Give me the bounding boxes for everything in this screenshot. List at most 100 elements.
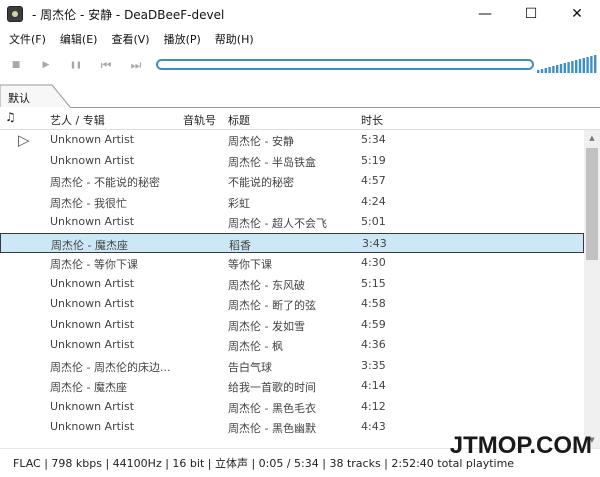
watermark: JTMOP.COM [449,432,592,459]
artist-album-cell: 周杰伦 - 我很忙 [50,196,127,210]
artist-album-cell: Unknown Artist [50,133,135,146]
title-cell: 周杰伦 - 安静 [228,135,294,148]
table-row[interactable]: 周杰伦 - 我很忙 彩虹 4:24 [0,192,584,213]
volume-step [578,59,582,73]
minimize-button[interactable]: — [462,0,508,28]
track-rows: ▷ Unknown Artist 周杰伦 - 安静 5:34 Unknown Artis… [0,130,584,438]
artist-album-cell: 周杰伦 - 等你下课 [50,258,138,271]
col-artist-album[interactable]: 艺人 / 专辑 [50,112,105,128]
playlist-scrollbar[interactable]: ▲ ▼ [584,130,600,448]
artist-album-cell: Unknown Artist [50,297,135,310]
playing-indicator-icon: ▷ [18,131,30,149]
menu-playback[interactable]: 播放(P) [159,31,206,47]
volume-bar[interactable] [536,55,598,73]
menu-help[interactable]: 帮助(H) [210,31,259,47]
duration-cell: 4:30 [361,256,386,269]
tab-default[interactable]: 默认 [0,85,70,108]
duration-cell: 4:59 [361,317,386,331]
volume-step [552,66,555,73]
artist-album-cell: 周杰伦 - 不能说的秘密 [50,176,160,189]
deadbeef-app-icon [7,6,23,22]
table-row[interactable]: Unknown Artist 周杰伦 - 半岛铁盒 5:19 [0,151,584,172]
title-cell: 周杰伦 - 枫 [228,340,283,353]
table-row[interactable]: Unknown Artist 周杰伦 - 超人不会飞 5:01 [0,212,584,233]
title-cell: 不能说的秘密 [228,176,294,189]
duration-cell: 4:43 [361,420,386,433]
title-cell: 周杰伦 - 东风破 [228,278,305,292]
artist-album-cell: 周杰伦 - 魔杰座 [50,381,127,394]
duration-cell: 4:57 [361,174,386,187]
volume-step [563,63,566,73]
table-row[interactable]: Unknown Artist 周杰伦 - 断了的弦 4:58 [0,294,584,315]
col-duration[interactable]: 时长 [361,112,383,128]
artist-album-cell: Unknown Artist [50,276,135,290]
artist-album-cell: Unknown Artist [50,317,135,331]
duration-cell: 5:01 [361,215,386,228]
title-cell: 等你下课 [228,258,272,271]
previous-icon[interactable]: ⏮ [98,58,114,72]
table-row[interactable]: 周杰伦 - 不能说的秘密 不能说的秘密 4:57 [0,171,584,192]
artist-album-cell: Unknown Artist [50,215,135,228]
play-icon[interactable]: ▶ [38,58,54,72]
column-header: ♫ 艺人 / 专辑 音轨号 标题 时长 [0,108,600,130]
volume-step [590,56,593,73]
title-cell: 周杰伦 - 黑色毛衣 [228,401,316,415]
duration-cell: 4:24 [361,194,386,208]
artist-album-cell: Unknown Artist [50,338,135,351]
next-icon[interactable]: ⏭ [128,58,144,72]
pause-icon[interactable]: ❚❚ [68,58,84,72]
volume-step [594,55,597,73]
menu-file[interactable]: 文件(F) [4,31,51,47]
col-title[interactable]: 标题 [228,112,250,128]
table-row[interactable]: 周杰伦 - 魔杰座 稻香 3:43 [0,232,584,253]
playlist-tabs: 默认 [0,84,600,108]
volume-step [567,62,570,73]
window-title: - 周杰伦 - 安静 - DeaDBeeF-devel [32,7,225,22]
volume-step [571,61,574,73]
volume-step [556,65,559,73]
duration-cell: 3:43 [362,236,387,250]
menu-bar: 文件(F) 编辑(E) 查看(V) 播放(P) 帮助(H) [0,28,600,50]
title-cell: 周杰伦 - 黑色幽默 [228,422,316,435]
table-row[interactable]: 周杰伦 - 魔杰座 给我一首歌的时间 4:14 [0,376,584,397]
scroll-thumb[interactable] [586,148,598,260]
stop-icon[interactable]: ■ [8,58,24,72]
duration-cell: 4:36 [361,338,386,351]
title-cell: 周杰伦 - 超人不会飞 [228,217,327,230]
duration-cell: 3:35 [361,358,386,372]
duration-cell: 5:15 [361,276,386,290]
volume-step [544,68,547,73]
table-row[interactable]: 周杰伦 - 等你下课 等你下课 4:30 [0,253,584,274]
artist-album-cell: Unknown Artist [50,153,135,167]
duration-cell: 4:58 [361,297,386,310]
table-row[interactable]: Unknown Artist 周杰伦 - 东风破 5:15 [0,274,584,295]
table-row[interactable]: ▷ Unknown Artist 周杰伦 - 安静 5:34 [0,130,584,151]
maximize-button[interactable]: ☐ [508,0,554,28]
title-cell: 彩虹 [228,196,250,210]
artist-album-cell: Unknown Artist [50,399,135,413]
volume-step [586,57,589,73]
artist-album-cell: 周杰伦 - 周杰伦的床边... [50,360,171,374]
menu-edit[interactable]: 编辑(E) [55,31,103,47]
table-row[interactable]: Unknown Artist 周杰伦 - 枫 4:36 [0,335,584,356]
artist-album-cell: Unknown Artist [50,420,135,433]
col-track-number[interactable]: 音轨号 [183,112,216,128]
table-row[interactable]: Unknown Artist 周杰伦 - 发如雪 4:59 [0,315,584,336]
title-bar: - 周杰伦 - 安静 - DeaDBeeF-devel — ☐ ✕ [0,0,600,28]
table-row[interactable]: 周杰伦 - 周杰伦的床边... 告白气球 3:35 [0,356,584,377]
artist-album-cell: 周杰伦 - 魔杰座 [51,238,128,252]
window-controls: — ☐ ✕ [462,0,600,28]
volume-step [537,70,540,73]
title-cell: 周杰伦 - 断了的弦 [228,299,316,312]
col-playing[interactable]: ♫ [5,110,16,124]
seek-bar[interactable] [156,59,534,70]
duration-cell: 5:34 [361,133,386,146]
title-cell: 周杰伦 - 半岛铁盒 [228,155,316,169]
table-row[interactable]: Unknown Artist 周杰伦 - 黑色毛衣 4:12 [0,397,584,418]
menu-view[interactable]: 查看(V) [106,31,154,47]
volume-step [559,64,563,73]
close-button[interactable]: ✕ [554,0,600,28]
scroll-up-icon[interactable]: ▲ [584,130,600,146]
volume-step [582,58,585,73]
tab-strip-frame [0,84,600,108]
